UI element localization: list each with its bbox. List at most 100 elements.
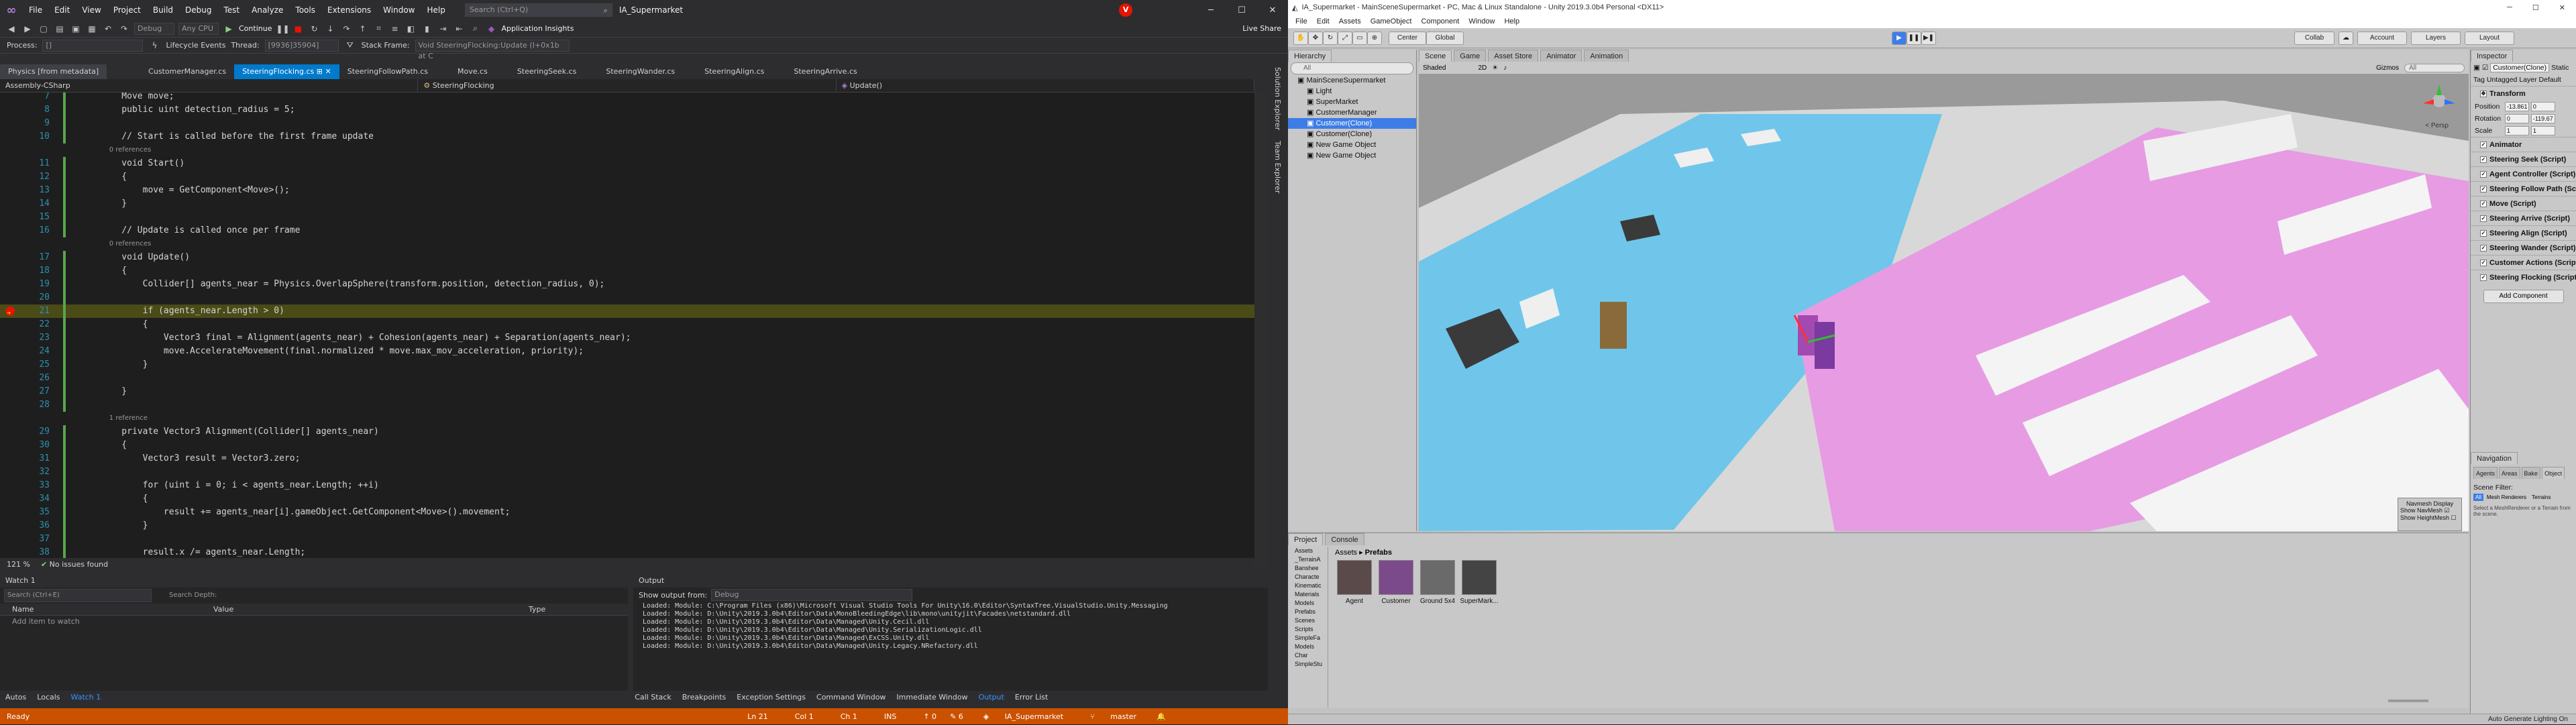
tab-asset-store[interactable]: Asset Store <box>1488 50 1539 62</box>
inspector-component[interactable]: ✓ Steering Flocking (Script) <box>2471 270 2576 284</box>
back-icon[interactable]: ◀ <box>5 24 17 34</box>
tab-breakpoints[interactable]: Breakpoints <box>677 691 732 704</box>
tab-locals[interactable]: Locals <box>32 691 65 704</box>
shading-dropdown[interactable]: Shaded <box>1423 64 1446 72</box>
asset-ground[interactable]: Ground 5x4 <box>1418 560 1457 605</box>
move-tool-icon[interactable]: ✥ <box>1308 32 1323 45</box>
cloud-icon[interactable]: ☁ <box>2339 32 2353 45</box>
project-folder[interactable]: Banshee <box>1288 564 1328 573</box>
nav-tab-areas[interactable]: Areas <box>2499 467 2520 479</box>
code-line[interactable]: 8 public uint detection_radius = 5; <box>0 103 1254 117</box>
project-folder[interactable]: _TerrainA <box>1288 555 1328 564</box>
col-type[interactable]: Type <box>517 604 545 615</box>
component-enable-checkbox[interactable]: ✓ <box>2480 230 2487 237</box>
component-enable-checkbox[interactable]: ✓ <box>2480 142 2487 148</box>
inspector-component[interactable]: ✓ Steering Arrive (Script) <box>2471 211 2576 225</box>
tab-steeringfollowpath[interactable]: SteeringFollowPath.cs <box>339 64 436 79</box>
hierarchy-item[interactable]: ▣ New Game Object <box>1288 140 1416 150</box>
zoom-level[interactable]: 121 % <box>7 560 30 569</box>
tab-steeringarrive[interactable]: SteeringArrive.cs <box>786 64 865 79</box>
tab-watch1[interactable]: Watch 1 <box>66 691 107 704</box>
menu-build[interactable]: Build <box>147 0 179 20</box>
asset-supermarket[interactable]: SuperMark... <box>1460 560 1499 605</box>
hierarchy-item[interactable]: ▣ Customer(Clone) <box>1288 129 1416 140</box>
unity-menu-assets[interactable]: Assets <box>1334 17 1366 25</box>
new-file-icon[interactable]: ▢ <box>38 24 50 34</box>
navigation-tab[interactable]: Navigation <box>2471 452 2518 464</box>
code-line[interactable]: 17 void Update() <box>0 251 1254 264</box>
rotation-x-field[interactable]: 0 <box>2504 114 2529 124</box>
tab-physics[interactable]: Physics [from metadata] <box>0 64 107 79</box>
code-line[interactable]: 30 { <box>0 439 1254 452</box>
unity-menu-window[interactable]: Window <box>1464 17 1499 25</box>
code-line[interactable]: 36 } <box>0 519 1254 533</box>
code-line[interactable]: 25 } <box>0 358 1254 372</box>
continue-icon[interactable]: ▶ <box>223 24 235 34</box>
app-insights-button[interactable]: Application Insights <box>501 24 574 33</box>
minimize-icon[interactable]: ─ <box>1195 0 1226 20</box>
layout-dropdown[interactable]: Layout <box>2465 32 2514 45</box>
code-line[interactable]: 7 Move move; <box>0 93 1254 103</box>
codelens-references[interactable]: 0 references <box>0 144 1254 157</box>
hand-tool-icon[interactable]: ✋ <box>1293 32 1308 45</box>
hierarchy-item[interactable]: ▣ Light <box>1288 86 1416 97</box>
asset-agent[interactable]: Agent <box>1335 560 1374 605</box>
hierarchy-item[interactable]: ▣ MainSceneSupermarket <box>1288 75 1416 86</box>
inspector-component[interactable]: ✓ Animator <box>2471 137 2576 152</box>
tab-error-list[interactable]: Error List <box>1010 691 1054 704</box>
component-enable-checkbox[interactable]: ✓ <box>2480 156 2487 163</box>
component-enable-checkbox[interactable]: ✓ <box>2480 201 2487 207</box>
code-line[interactable]: 11 void Start() <box>0 157 1254 170</box>
threads-icon[interactable]: ≡ <box>388 24 400 34</box>
account-dropdown[interactable]: Account <box>2357 32 2407 45</box>
solution-explorer-tab[interactable]: Solution Explorer <box>1273 67 1282 130</box>
menu-file[interactable]: File <box>23 0 48 20</box>
code-line[interactable]: 24 move.AccelerateMovement(final.normali… <box>0 345 1254 358</box>
menu-test[interactable]: Test <box>217 0 246 20</box>
tab-steeringflocking[interactable]: SteeringFlocking.cs ⊞ ✕ <box>234 64 339 79</box>
component-enable-checkbox[interactable]: ✓ <box>2480 260 2487 266</box>
stackframe-dropdown[interactable]: Void SteeringFlocking:Update (I+0x1b at … <box>415 39 570 60</box>
code-line[interactable]: 16 // Update is called once per frame <box>0 224 1254 237</box>
method-dropdown[interactable]: ◈ Update() <box>837 79 1254 92</box>
menu-view[interactable]: View <box>76 0 107 20</box>
scale-y-field[interactable]: 1 <box>2530 126 2555 136</box>
step-into-icon[interactable]: ↓ <box>324 24 336 34</box>
codelens-references[interactable]: 0 references <box>0 237 1254 251</box>
active-checkbox[interactable]: ☑ <box>2482 64 2488 72</box>
filter-terrains[interactable]: Terrains <box>2530 494 2553 501</box>
tab-scene[interactable]: Scene <box>1419 50 1452 62</box>
project-dropdown[interactable]: Assembly-CSharp <box>0 79 419 92</box>
scale-x-field[interactable]: 1 <box>2504 126 2529 136</box>
code-line[interactable]: 34 { <box>0 492 1254 506</box>
unity-menu-file[interactable]: File <box>1291 17 1312 25</box>
project-folder[interactable]: Scripts <box>1288 625 1328 634</box>
project-folder[interactable]: Materials <box>1288 590 1328 599</box>
save-icon[interactable]: ▣ <box>70 24 82 34</box>
tab-steeringseek[interactable]: SteeringSeek.cs <box>509 64 585 79</box>
inspector-tab[interactable]: Inspector <box>2471 50 2514 62</box>
thumbnail-size-slider[interactable] <box>2388 700 2428 702</box>
rotate-tool-icon[interactable]: ↻ <box>1323 32 1338 45</box>
layers-dropdown[interactable]: Layers <box>2411 32 2461 45</box>
tab-project[interactable]: Project <box>1288 533 1324 545</box>
component-enable-checkbox[interactable]: ✓ <box>2480 245 2487 252</box>
tab-customermanager[interactable]: CustomerManager.cs <box>140 64 234 79</box>
filter-icon[interactable]: ⛛ <box>344 40 356 50</box>
watch-search-input[interactable]: Search (Ctrl+E) <box>4 589 152 602</box>
project-folder[interactable]: Char <box>1288 651 1328 660</box>
code-line[interactable]: 12 { <box>0 170 1254 184</box>
code-line[interactable]: 28 <box>0 398 1254 412</box>
audio-toggle-icon[interactable]: ♪ <box>1503 64 1507 72</box>
pivot-center-toggle[interactable]: Center <box>1389 32 1426 45</box>
hierarchy-tab[interactable]: Hierarchy <box>1288 50 1332 62</box>
code-line[interactable]: 10 // Start is called before the first f… <box>0 130 1254 144</box>
pause-icon[interactable]: ❚❚ <box>276 24 289 34</box>
unity-menu-gameobject[interactable]: GameObject <box>1366 17 1417 25</box>
component-enable-checkbox[interactable]: ✓ <box>2480 186 2487 192</box>
scale-tool-icon[interactable]: ⤢ <box>1338 32 1352 45</box>
close-icon[interactable]: ✕ <box>1257 0 1288 20</box>
nav-tab-bake[interactable]: Bake <box>2521 467 2541 479</box>
maximize-icon[interactable]: ☐ <box>1226 0 1257 20</box>
hierarchy-item[interactable]: ▣ SuperMarket <box>1288 97 1416 107</box>
